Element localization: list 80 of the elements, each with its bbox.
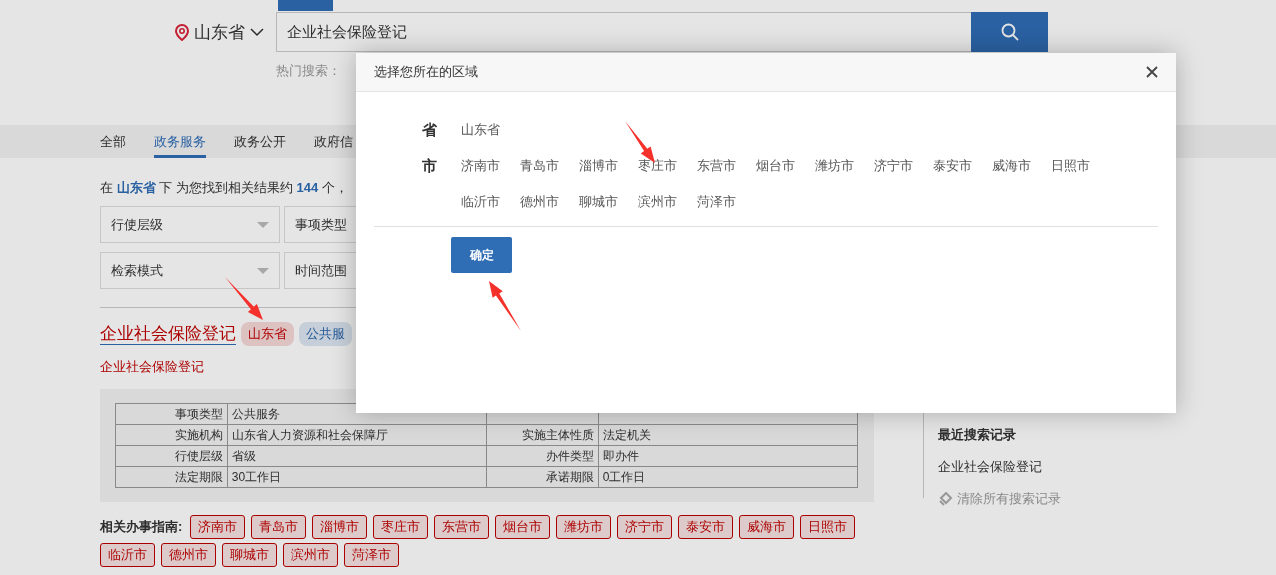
result-title-link[interactable]: 企业社会保险登记 [100,323,236,345]
city-option[interactable]: 日照市 [1051,154,1110,177]
city-label: 市 [422,156,438,176]
close-icon[interactable] [1146,66,1158,78]
detail-label: 法定期限 [115,466,228,488]
nav-tab[interactable]: 全部 [100,125,126,158]
city-guide-link[interactable]: 德州市 [161,543,216,567]
caret-icon [257,267,269,274]
city-guide-link[interactable]: 滨州市 [283,543,338,567]
province-option[interactable]: 山东省 [461,118,500,141]
filter-label: 检索模式 [111,261,163,280]
city-guide-link[interactable]: 枣庄市 [373,515,429,539]
chevron-down-icon[interactable] [250,27,264,37]
search-button[interactable] [971,12,1048,52]
search-icon [1000,23,1019,41]
city-option[interactable]: 济南市 [461,154,520,177]
city-option[interactable]: 潍坊市 [815,154,874,177]
city-guide-link[interactable]: 青岛市 [251,515,307,539]
hot-search-label: 热门搜索： [276,62,341,80]
nav-tab[interactable]: 政务公开 [234,125,286,158]
filter-label: 事项类型 [295,215,347,234]
city-guide-link[interactable]: 威海市 [739,515,795,539]
filter-label: 时间范围 [295,261,347,280]
nav-tab[interactable]: 政务服务 [154,125,206,158]
detail-value: 省级 [227,445,487,467]
detail-label: 实施主体性质 [486,424,599,446]
city-option[interactable]: 枣庄市 [638,154,697,177]
city-guide-link[interactable]: 东营市 [434,515,490,539]
detail-value: 山东省人力资源和社会保障厅 [227,424,487,446]
annotation-arrow [489,281,521,331]
city-guide-link[interactable]: 临沂市 [100,543,155,567]
filter-dropdown[interactable]: 行使层级 [100,206,280,243]
city-guide-link[interactable]: 济宁市 [617,515,673,539]
city-guide-link[interactable]: 潍坊市 [556,515,612,539]
detail-value: 法定机关 [598,424,858,446]
city-option[interactable]: 菏泽市 [697,190,756,213]
city-option[interactable]: 滨州市 [638,190,697,213]
city-option[interactable]: 临沂市 [461,190,520,213]
city-option[interactable]: 烟台市 [756,154,815,177]
city-option[interactable]: 聊城市 [579,190,638,213]
filter-dropdown[interactable]: 检索模式 [100,252,280,289]
city-guide-link[interactable]: 淄博市 [312,515,368,539]
city-guide-link[interactable]: 聊城市 [222,543,277,567]
search-field[interactable]: 企业社会保险登记 [276,12,971,52]
detail-label: 行使层级 [115,445,228,467]
province-label: 省 [422,120,438,140]
city-option[interactable]: 德州市 [520,190,579,213]
detail-value: 30工作日 [227,466,487,488]
city-guide-link[interactable]: 烟台市 [495,515,551,539]
detail-label: 实施机构 [115,424,228,446]
city-option[interactable]: 东营市 [697,154,756,177]
city-guide-link[interactable]: 菏泽市 [344,543,399,567]
filter-label: 行使层级 [111,215,163,234]
city-option[interactable]: 淄博市 [579,154,638,177]
result-summary: 在 山东省 下 为您找到相关结果约 144 个， [100,179,349,197]
detail-value: 0工作日 [598,466,858,488]
city-option[interactable]: 泰安市 [933,154,992,177]
city-option[interactable]: 济宁市 [874,154,933,177]
recent-search-link[interactable]: 企业社会保险登记 [938,458,1173,476]
detail-label: 事项类型 [115,403,228,425]
related-guides-label: 相关办事指南: [100,518,183,536]
confirm-button[interactable]: 确定 [451,237,512,273]
result-tag: 山东省 [241,322,294,346]
recent-searches-heading: 最近搜索记录 [938,426,1017,444]
city-guide-link[interactable]: 济南市 [190,515,246,539]
result-tag: 公共服 [299,322,352,346]
dialog-title: 选择您所在的区域 [374,63,478,81]
detail-value: 即办件 [598,445,858,467]
tab-indicator [278,0,333,11]
location-label[interactable]: 山东省 [194,20,245,44]
caret-icon [257,221,269,228]
city-option[interactable]: 青岛市 [520,154,579,177]
city-guide-link[interactable]: 泰安市 [678,515,734,539]
broom-icon [938,492,954,506]
nav-tab[interactable]: 政府信 [314,125,353,158]
city-guide-link[interactable]: 日照市 [800,515,856,539]
detail-label: 办件类型 [486,445,599,467]
city-option[interactable]: 威海市 [992,154,1051,177]
detail-label: 承诺期限 [486,466,599,488]
location-pin-icon [175,23,189,41]
